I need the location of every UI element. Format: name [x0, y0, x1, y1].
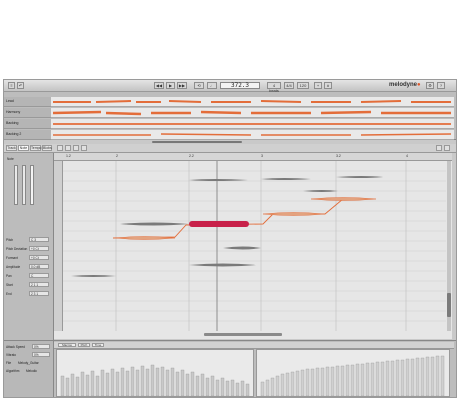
- timeline-ruler[interactable]: 1.2 2 2.2 3 3.2 4: [54, 153, 452, 161]
- field-pitch[interactable]: C 3: [29, 237, 49, 242]
- note-editor[interactable]: 1.2 2 2.2 3 3.2 4: [54, 153, 452, 339]
- zoom-in-icon[interactable]: [436, 145, 442, 151]
- overview-waveform-backing: [53, 123, 451, 125]
- field-attack-speed[interactable]: 0%: [32, 344, 50, 349]
- field-label-pitch-deviation: Pitch Deviation: [6, 247, 28, 251]
- horizontal-scroll-thumb[interactable]: [204, 333, 282, 336]
- bottom-panel: Attack Speed 0% Vibrato 0% File Melody_G…: [4, 340, 456, 397]
- overview-waveform-backing-2: [53, 133, 452, 136]
- ruler-label: 3: [261, 154, 263, 158]
- macro-toolbar: Macros Pitch Time: [54, 342, 454, 349]
- field-label-amplitude: Amplitude: [6, 265, 21, 269]
- selected-note: [189, 221, 249, 227]
- tab-note[interactable]: Note: [18, 145, 29, 151]
- ruler-label: 3.2: [336, 154, 341, 158]
- track-header-backing-2[interactable]: Backing 2: [4, 130, 51, 140]
- pitch-macro-button[interactable]: Pitch: [78, 343, 90, 347]
- field-label-pitch: Pitch: [6, 238, 14, 242]
- bottom-left-fields: Attack Speed 0% Vibrato 0% File Melody_G…: [4, 341, 54, 397]
- zoom-button[interactable]: +: [314, 82, 322, 89]
- pitch-histogram: [60, 364, 250, 397]
- field-label-formant: Formant: [6, 256, 18, 260]
- track-overview: Lead Harmony Backing Backing 2: [4, 92, 456, 140]
- metronome-button[interactable]: ♩: [207, 82, 217, 89]
- track-header-harmony[interactable]: Harmony: [4, 108, 51, 118]
- forward-button[interactable]: ▶▶: [177, 82, 187, 89]
- gain-fader[interactable]: [14, 165, 18, 205]
- ruler-label: 2.2: [189, 154, 194, 158]
- tool-row: [4, 144, 456, 153]
- signature-button[interactable]: 4/4: [284, 82, 294, 89]
- ruler-label: 4: [406, 154, 408, 158]
- field-vibrato[interactable]: 0%: [32, 352, 50, 357]
- field-label-attack-speed: Attack Speed: [6, 345, 25, 349]
- overview-waveform-lead: [53, 100, 451, 103]
- field-label-start: Start: [6, 283, 13, 287]
- track-lane-backing[interactable]: [51, 119, 454, 129]
- field-end[interactable]: 2 3 1: [29, 291, 49, 296]
- ruler-label: 1.2: [66, 154, 71, 158]
- tab-track[interactable]: Track: [6, 145, 17, 151]
- track-lane-lead[interactable]: [51, 97, 454, 107]
- inspector-section-title: Note: [7, 157, 14, 161]
- field-pitch-deviation[interactable]: +0 Ct: [29, 246, 49, 251]
- field-label-end: End: [6, 292, 12, 296]
- vertical-scroll-thumb[interactable]: [447, 293, 451, 317]
- field-start[interactable]: 2 1 1: [29, 282, 49, 287]
- loop-button[interactable]: ⟲: [194, 82, 204, 89]
- track-lane-backing-2[interactable]: [51, 130, 454, 140]
- level-meter: [30, 165, 34, 205]
- time-histogram: [260, 355, 445, 397]
- transport-bar: ≡ ↶ ◀◀ ▶ ▶▶ ⟲ ♩ 372.3 4 beats 4/4 120 + …: [4, 80, 456, 93]
- field-pan[interactable]: C: [29, 273, 49, 278]
- tab-tempo[interactable]: Tempo: [30, 145, 42, 151]
- position-display: 372.3: [220, 82, 260, 89]
- help-button[interactable]: ?: [437, 82, 445, 89]
- tab-blobs[interactable]: Blobs: [42, 145, 52, 151]
- field-amplitude[interactable]: 0.0 dB: [29, 264, 49, 269]
- pitch-tool-icon[interactable]: [65, 145, 71, 151]
- track-header-lead[interactable]: Lead: [4, 97, 51, 107]
- macros-button[interactable]: Macros: [58, 343, 76, 347]
- macro-pitch-panel[interactable]: [56, 349, 254, 397]
- tempo-button[interactable]: 120: [297, 82, 309, 89]
- brand-logo: melodyne●: [389, 82, 421, 88]
- play-button[interactable]: ▶: [166, 82, 175, 89]
- time-macro-button[interactable]: Time: [92, 343, 104, 347]
- field-label-file: File: [6, 361, 12, 365]
- note-blobs: [63, 161, 446, 331]
- macro-time-panel[interactable]: [256, 349, 450, 397]
- piano-keys[interactable]: [54, 161, 63, 331]
- ruler-label: 2: [116, 154, 118, 158]
- time-tool-icon[interactable]: [73, 145, 79, 151]
- settings-button[interactable]: ⚙: [426, 82, 434, 89]
- menu-button[interactable]: ≡: [8, 82, 15, 89]
- overview-scrollbar[interactable]: [152, 141, 242, 143]
- undo-button[interactable]: ↶: [17, 82, 24, 89]
- field-label-pan: Pan: [6, 274, 12, 278]
- field-label-algorithm: Algorithm: [6, 369, 20, 373]
- track-lane-harmony[interactable]: [51, 108, 454, 118]
- beats-button[interactable]: 4 beats: [267, 82, 281, 93]
- pitch-grid[interactable]: [63, 161, 446, 331]
- melodyne-window: ≡ ↶ ◀◀ ▶ ▶▶ ⟲ ♩ 372.3 4 beats 4/4 120 + …: [3, 79, 457, 398]
- field-label-vibrato: Vibrato: [6, 353, 17, 357]
- snap-button[interactable]: #: [324, 82, 332, 89]
- overview-waveform-harmony: [52, 110, 451, 116]
- field-algorithm: Melodic: [26, 369, 37, 373]
- zoom-out-icon[interactable]: [444, 145, 450, 151]
- amplitude-tool-icon[interactable]: [81, 145, 87, 151]
- track-header-backing[interactable]: Backing: [4, 119, 51, 129]
- rewind-button[interactable]: ◀◀: [154, 82, 164, 89]
- main-tool-icon[interactable]: [57, 145, 63, 151]
- field-formant[interactable]: +0 Ct: [29, 255, 49, 260]
- pan-fader[interactable]: [22, 165, 26, 205]
- field-file: Melody_Guitar: [18, 361, 39, 365]
